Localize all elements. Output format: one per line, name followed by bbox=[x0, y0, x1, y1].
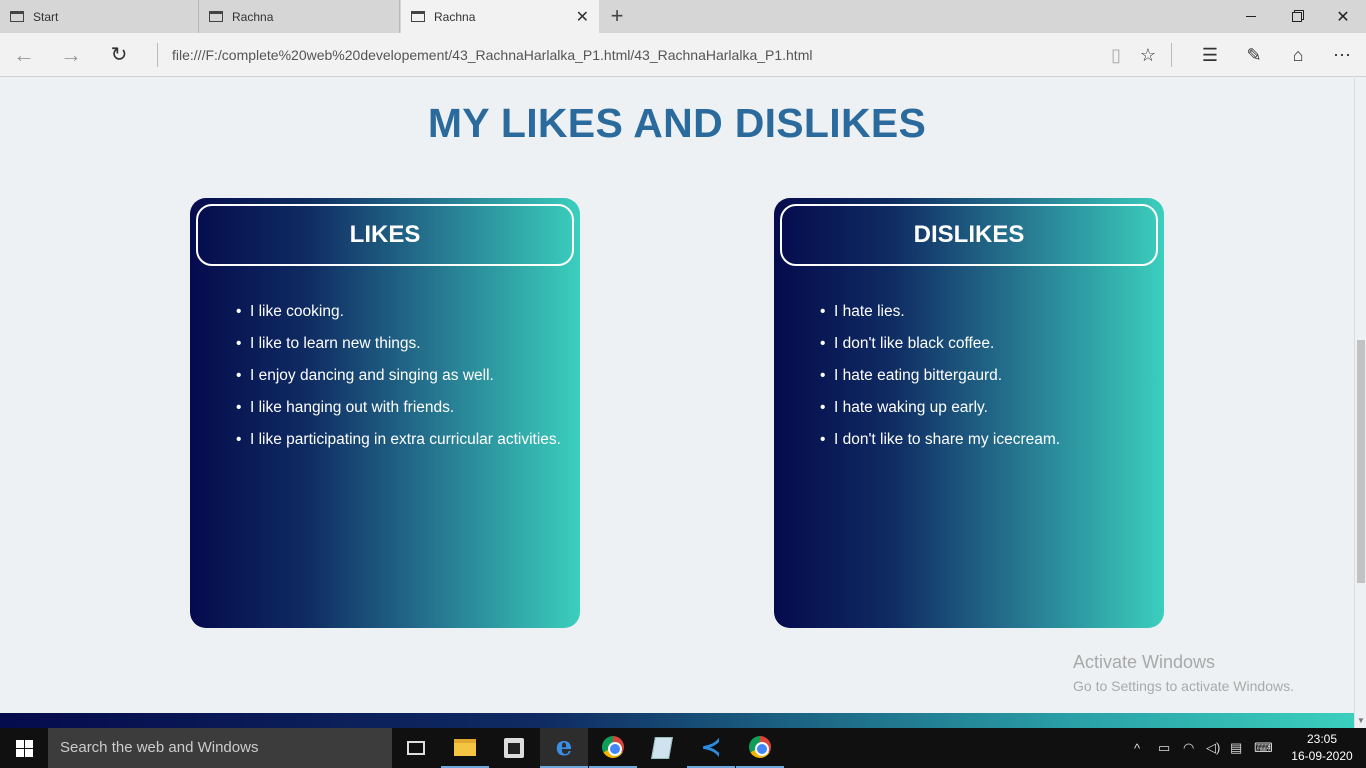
tab-label: Rachna bbox=[232, 9, 274, 24]
list-item: I hate lies. bbox=[820, 301, 1060, 333]
list-item: I like cooking. bbox=[236, 301, 561, 333]
back-button[interactable]: ← bbox=[9, 41, 39, 69]
file-explorer-button[interactable] bbox=[441, 728, 489, 768]
list-item: I hate eating bittergaurd. bbox=[820, 365, 1060, 397]
tab-page-icon bbox=[209, 11, 223, 22]
divider bbox=[1171, 43, 1172, 67]
tab-label: Start bbox=[33, 9, 59, 24]
list-item: I enjoy dancing and singing as well. bbox=[236, 365, 561, 397]
edge-icon: e bbox=[555, 732, 573, 762]
refresh-button[interactable]: ↻ bbox=[104, 41, 134, 69]
restore-icon bbox=[1292, 11, 1302, 22]
web-note-icon[interactable]: ✎ bbox=[1241, 42, 1267, 68]
new-tab-button[interactable]: + bbox=[605, 3, 629, 29]
tab-page-icon bbox=[411, 11, 425, 22]
action-center-icon[interactable]: ▤ bbox=[1230, 728, 1242, 768]
task-view-icon bbox=[407, 741, 425, 755]
forward-button[interactable]: → bbox=[56, 41, 86, 69]
folder-icon bbox=[454, 738, 476, 756]
divider bbox=[157, 43, 158, 67]
close-tab-icon[interactable]: ✕ bbox=[576, 7, 589, 27]
start-button[interactable] bbox=[0, 728, 48, 768]
clock-time: 23:05 bbox=[1306, 732, 1338, 746]
task-view-button[interactable] bbox=[392, 728, 440, 768]
notes-icon bbox=[651, 737, 673, 759]
list-item: I hate waking up early. bbox=[820, 397, 1060, 429]
list-item: I like hanging out with friends. bbox=[236, 397, 561, 429]
battery-icon[interactable]: ▭ bbox=[1158, 728, 1170, 768]
edge-button[interactable]: e bbox=[540, 728, 588, 768]
dislikes-card: DISLIKES I hate lies. I don't like black… bbox=[774, 198, 1164, 628]
close-window-button[interactable]: ✕ bbox=[1320, 0, 1366, 33]
favorite-star-icon[interactable]: ☆ bbox=[1135, 42, 1161, 68]
show-hidden-icons[interactable]: ^ bbox=[1134, 728, 1140, 768]
reading-view-icon[interactable]: ▯ bbox=[1103, 42, 1129, 68]
minimize-button[interactable] bbox=[1228, 0, 1274, 33]
address-bar: ← → ↻ file:///F:/complete%20web%20develo… bbox=[0, 33, 1366, 77]
more-icon[interactable]: ⋯ bbox=[1329, 42, 1355, 68]
tab-page-icon bbox=[10, 11, 24, 22]
tab-rachna-active[interactable]: Rachna ✕ bbox=[401, 0, 599, 33]
clock-date: 16-09-2020 bbox=[1291, 749, 1353, 763]
tab-start[interactable]: Start bbox=[0, 0, 199, 33]
likes-list: I like cooking. I like to learn new thin… bbox=[236, 301, 561, 461]
restore-button[interactable] bbox=[1274, 0, 1320, 33]
list-item: I like to learn new things. bbox=[236, 333, 561, 365]
dislikes-card-title: DISLIKES bbox=[780, 204, 1158, 266]
chrome-icon bbox=[749, 736, 771, 758]
list-item: I like participating in extra curricular… bbox=[236, 429, 561, 461]
taskbar: Search the web and Windows e ≺ ^ ▭ ◠ ◁) … bbox=[0, 728, 1366, 768]
volume-icon[interactable]: ◁) bbox=[1206, 728, 1220, 768]
taskbar-clock[interactable]: 23:05 16-09-2020 bbox=[1290, 731, 1354, 765]
likes-card-title: LIKES bbox=[196, 204, 574, 266]
watermark-title: Activate Windows bbox=[1073, 652, 1216, 672]
scroll-down-arrow-icon[interactable]: ▼ bbox=[1355, 716, 1366, 728]
windows-logo-icon bbox=[15, 739, 33, 757]
tab-label: Rachna bbox=[434, 9, 476, 24]
vscode-icon: ≺ bbox=[700, 733, 722, 761]
notes-app-button[interactable] bbox=[638, 728, 686, 768]
tab-rachna-1[interactable]: Rachna bbox=[199, 0, 400, 33]
chrome-icon bbox=[602, 736, 624, 758]
activate-windows-watermark: Activate Windows Go to Settings to activ… bbox=[1073, 652, 1294, 694]
store-button[interactable] bbox=[490, 728, 538, 768]
watermark-subtitle: Go to Settings to activate Windows. bbox=[1073, 678, 1294, 694]
list-item: I don't like black coffee. bbox=[820, 333, 1060, 365]
share-icon[interactable]: ⌂ bbox=[1285, 42, 1311, 68]
dislikes-list: I hate lies. I don't like black coffee. … bbox=[820, 301, 1060, 461]
browser-tab-bar: Start Rachna Rachna ✕ + ✕ bbox=[0, 0, 1366, 33]
page-title: MY LIKES AND DISLIKES bbox=[427, 100, 927, 146]
chrome-button[interactable] bbox=[589, 728, 637, 768]
likes-card: LIKES I like cooking. I like to learn ne… bbox=[190, 198, 580, 628]
taskbar-search-input[interactable]: Search the web and Windows bbox=[48, 728, 392, 768]
url-field[interactable]: file:///F:/complete%20web%20developement… bbox=[172, 47, 812, 63]
chrome-button-2[interactable] bbox=[736, 728, 784, 768]
minimize-icon bbox=[1246, 16, 1256, 17]
scrollbar-thumb[interactable] bbox=[1357, 340, 1365, 583]
hub-icon[interactable]: ☰ bbox=[1197, 42, 1223, 68]
store-icon bbox=[504, 738, 524, 758]
vscode-button[interactable]: ≺ bbox=[687, 728, 735, 768]
page-footer-strip bbox=[0, 713, 1354, 728]
list-item: I don't like to share my icecream. bbox=[820, 429, 1060, 461]
keyboard-icon[interactable]: ⌨ bbox=[1254, 728, 1273, 768]
page-scrollbar[interactable]: ▼ bbox=[1354, 78, 1366, 728]
network-icon[interactable]: ◠ bbox=[1183, 728, 1194, 768]
